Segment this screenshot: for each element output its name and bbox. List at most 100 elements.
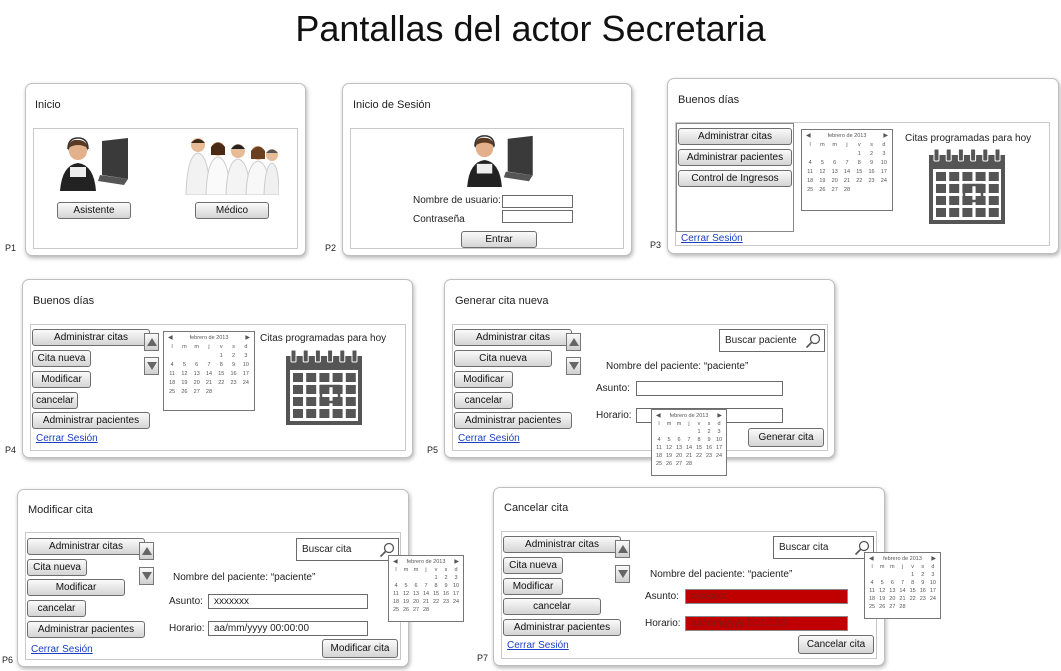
search-input[interactable]: Buscar cita — [296, 538, 399, 561]
cerrar-sesion-link[interactable]: Cerrar Sesión — [458, 433, 520, 444]
calendar-day[interactable]: 23 — [441, 599, 451, 605]
calendar-day[interactable]: 22 — [431, 599, 441, 605]
calendar-day[interactable]: 28 — [841, 187, 853, 193]
calendar-day[interactable]: 8 — [431, 583, 441, 589]
calendar-day[interactable]: 4 — [867, 580, 877, 586]
calendar-day[interactable]: 21 — [897, 596, 907, 602]
cancelar-button[interactable]: cancelar — [32, 392, 78, 409]
calendar-day[interactable]: 16 — [441, 591, 451, 597]
calendar-day[interactable]: 7 — [203, 362, 215, 368]
administrar-pacientes-button[interactable]: Administrar pacientes — [32, 412, 150, 429]
calendar-day[interactable]: 18 — [867, 596, 877, 602]
calendar-day[interactable]: 6 — [829, 160, 841, 166]
calendar-day[interactable]: 24 — [714, 453, 724, 459]
calendar-day[interactable]: 6 — [887, 580, 897, 586]
calendar-day[interactable]: 27 — [829, 187, 841, 193]
calendar-day[interactable]: 17 — [451, 591, 461, 597]
calendar-day[interactable]: 21 — [841, 178, 853, 184]
calendar-day[interactable]: 13 — [191, 371, 203, 377]
calendar-day[interactable]: 25 — [166, 389, 178, 395]
calendar-day[interactable]: 16 — [704, 445, 714, 451]
calendar-day[interactable]: 20 — [887, 596, 897, 602]
cerrar-sesion-link[interactable]: Cerrar Sesión — [31, 644, 93, 655]
calendar-day[interactable]: 4 — [804, 160, 816, 166]
calendar-day[interactable]: 4 — [391, 583, 401, 589]
cerrar-sesion-link[interactable]: Cerrar Sesión — [36, 433, 98, 444]
calendar-day[interactable]: 11 — [804, 169, 816, 175]
cancelar-cita-button[interactable]: Cancelar cita — [798, 635, 874, 654]
cita-nueva-button[interactable]: Cita nueva — [27, 559, 87, 576]
calendar-day[interactable]: 1 — [853, 151, 865, 157]
cita-nueva-button[interactable]: Cita nueva — [503, 557, 563, 574]
calendar-day[interactable]: 25 — [804, 187, 816, 193]
calendar-day[interactable]: 12 — [877, 588, 887, 594]
administrar-citas-button[interactable]: Administrar citas — [27, 538, 145, 555]
calendar-day[interactable]: 14 — [421, 591, 431, 597]
horario-field[interactable]: aa/mm/yyyy 00:00:00 — [685, 616, 848, 631]
calendar-day[interactable]: 26 — [664, 461, 674, 467]
scroll-down-arrow[interactable] — [139, 567, 154, 585]
calendar-day[interactable]: 27 — [887, 604, 897, 610]
calendar-day[interactable]: 22 — [694, 453, 704, 459]
calendar-day[interactable]: 6 — [411, 583, 421, 589]
calendar-day[interactable]: 26 — [178, 389, 190, 395]
search-input[interactable]: Buscar paciente — [719, 329, 825, 352]
calendar-day[interactable]: 15 — [908, 588, 918, 594]
calendar-day[interactable]: 15 — [215, 371, 227, 377]
cancelar-button[interactable]: cancelar — [27, 600, 86, 617]
calendar-day[interactable]: 12 — [816, 169, 828, 175]
scroll-up-arrow[interactable] — [615, 540, 630, 558]
calendar-day[interactable]: 14 — [684, 445, 694, 451]
calendar-day[interactable]: 14 — [841, 169, 853, 175]
cita-nueva-button[interactable]: Cita nueva — [32, 350, 91, 367]
medico-button[interactable]: Médico — [195, 202, 269, 219]
calendar-day[interactable]: 20 — [829, 178, 841, 184]
calendar-day[interactable]: 3 — [928, 572, 938, 578]
calendar-day[interactable]: 12 — [401, 591, 411, 597]
calendar-day[interactable]: 25 — [654, 461, 664, 467]
calendar-popup[interactable]: ◀ ▶ febrero de 2013 l m m j v s d 1 2 3 4 5 6 7 8 9 10 11 12 1… — [864, 552, 941, 619]
calendar-day[interactable]: 27 — [191, 389, 203, 395]
calendar-day[interactable]: 9 — [227, 362, 239, 368]
calendar-day[interactable]: 19 — [664, 453, 674, 459]
calendar-day[interactable]: 9 — [704, 437, 714, 443]
calendar-day[interactable]: 1 — [908, 572, 918, 578]
calendar-day[interactable]: 20 — [411, 599, 421, 605]
calendar-day[interactable]: 26 — [816, 187, 828, 193]
calendar-day[interactable]: 2 — [865, 151, 877, 157]
calendar-day[interactable]: 28 — [897, 604, 907, 610]
calendar-day[interactable]: 21 — [684, 453, 694, 459]
calendar-day[interactable]: 9 — [441, 583, 451, 589]
calendar-day[interactable]: 15 — [694, 445, 704, 451]
calendar-day[interactable]: 4 — [166, 362, 178, 368]
calendar-day[interactable]: 20 — [191, 380, 203, 386]
calendar-day[interactable]: 28 — [421, 607, 431, 613]
calendar-day[interactable]: 6 — [191, 362, 203, 368]
calendar-day[interactable]: 5 — [877, 580, 887, 586]
calendar-day[interactable]: 11 — [166, 371, 178, 377]
calendar-day[interactable]: 20 — [674, 453, 684, 459]
calendar-day[interactable]: 13 — [674, 445, 684, 451]
calendar-day[interactable]: 12 — [178, 371, 190, 377]
scroll-up-arrow[interactable] — [144, 333, 159, 351]
calendar-day[interactable]: 1 — [694, 429, 704, 435]
asunto-field[interactable]: xxxxxxx — [208, 594, 368, 609]
calendar-day[interactable]: 18 — [654, 453, 664, 459]
calendar-day[interactable]: 5 — [816, 160, 828, 166]
calendar-day[interactable]: 24 — [451, 599, 461, 605]
calendar-day[interactable]: 13 — [887, 588, 897, 594]
calendar-day[interactable]: 2 — [918, 572, 928, 578]
control-ingresos-button[interactable]: Control de Ingresos — [678, 170, 792, 187]
calendar-day[interactable]: 19 — [178, 380, 190, 386]
administrar-pacientes-button[interactable]: Administrar pacientes — [454, 412, 572, 429]
calendar-day[interactable]: 13 — [829, 169, 841, 175]
calendar-day[interactable]: 26 — [877, 604, 887, 610]
administrar-citas-button[interactable]: Administrar citas — [503, 536, 621, 553]
administrar-citas-button[interactable]: Administrar citas — [454, 329, 572, 346]
cerrar-sesion-link[interactable]: Cerrar Sesión — [507, 640, 569, 651]
modificar-button[interactable]: Modificar — [454, 371, 513, 388]
calendar-day[interactable]: 16 — [227, 371, 239, 377]
calendar-day[interactable]: 18 — [166, 380, 178, 386]
calendar-day[interactable]: 22 — [853, 178, 865, 184]
calendar-popup[interactable]: ◀ ▶ febrero de 2013 l m m j v s d 1 2 3 4 5 6 7 8 9 10 11 12 1… — [388, 555, 464, 622]
